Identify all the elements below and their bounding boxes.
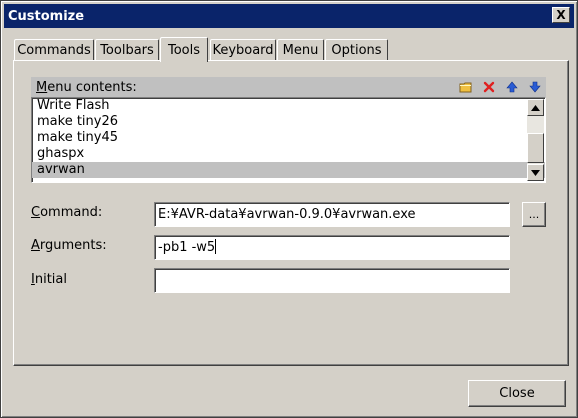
arguments-field[interactable]: -pb1 -w5 [154, 235, 510, 260]
arguments-label: Arguments: [31, 238, 107, 253]
close-icon: X [556, 8, 566, 22]
tab-options[interactable]: Options [325, 39, 388, 61]
menu-contents-header: Menu contents: [31, 77, 546, 97]
menu-contents-label: Menu contents: [36, 79, 137, 95]
chevron-down-icon [531, 169, 540, 176]
delete-icon[interactable] [482, 80, 496, 94]
browse-button[interactable]: ... [522, 202, 546, 227]
initial-label: Initial [31, 272, 67, 287]
list-item-selected[interactable]: avrwan [32, 162, 545, 178]
list-item[interactable]: make tiny45 [32, 130, 545, 146]
menu-contents-list[interactable]: Write Flash make tiny26 make tiny45 ghas… [31, 97, 546, 183]
list-scrollbar[interactable] [527, 99, 544, 181]
text-caret [215, 239, 217, 254]
tab-tools[interactable]: Tools [160, 37, 208, 62]
list-item[interactable]: Write Flash [32, 98, 545, 114]
chevron-up-icon [531, 104, 540, 111]
title-bar[interactable]: Customize X [4, 4, 574, 28]
tab-menu[interactable]: Menu [277, 39, 324, 61]
tab-toolbars[interactable]: Toolbars [95, 39, 159, 61]
move-down-icon[interactable] [528, 80, 542, 94]
list-item[interactable]: ghaspx [32, 146, 545, 162]
customize-dialog: Customize X Commands Toolbars Tools Keyb… [0, 0, 578, 418]
title-close-button[interactable]: X [552, 7, 570, 23]
scroll-thumb[interactable] [527, 133, 544, 163]
move-up-icon[interactable] [505, 80, 519, 94]
new-folder-icon[interactable] [459, 80, 473, 94]
initial-field[interactable] [154, 268, 510, 293]
tab-commands[interactable]: Commands [14, 39, 94, 61]
tab-keyboard[interactable]: Keyboard [210, 39, 276, 61]
command-label: Command: [31, 205, 103, 220]
scroll-up-button[interactable] [527, 99, 544, 116]
window-title: Customize [8, 8, 85, 24]
list-item[interactable]: make tiny26 [32, 114, 545, 130]
scroll-down-button[interactable] [527, 164, 544, 181]
close-button[interactable]: Close [468, 380, 566, 407]
command-field[interactable]: E:¥AVR-data¥avrwan-0.9.0¥avrwan.exe [154, 202, 510, 227]
